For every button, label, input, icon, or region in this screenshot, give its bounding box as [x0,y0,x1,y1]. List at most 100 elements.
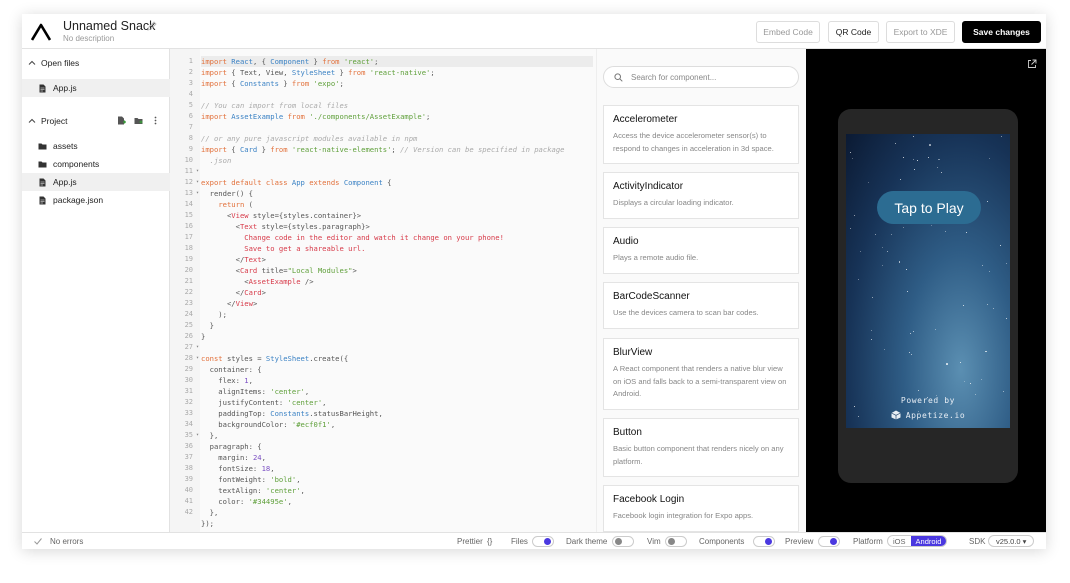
star-dot [854,406,856,408]
project-item-assets[interactable]: assets [22,137,170,155]
code-line[interactable]: color: '#34495e', [201,496,593,507]
snack-title[interactable]: Unnamed Snack [63,19,155,33]
new-folder-icon[interactable] [134,116,143,125]
code-line[interactable]: <Text style={styles.paragraph}> [201,221,593,232]
component-search[interactable] [603,66,799,88]
prettier-braces-icon[interactable]: {} [487,537,492,546]
code-line[interactable]: } [201,320,593,331]
code-line[interactable]: import React, { Component } from 'react'… [201,56,593,67]
code-line[interactable]: Change code in the editor and watch it c… [201,232,593,243]
code-line[interactable]: ); [201,309,593,320]
line-number: 10 [184,156,193,164]
more-options-icon[interactable] [151,116,160,125]
tap-to-play-button[interactable]: Tap to Play [877,191,981,224]
code-line[interactable]: fontSize: 18, [201,463,593,474]
code-line[interactable]: fontWeight: 'bold', [201,474,593,485]
export-xde-button[interactable]: Export to XDE [886,21,955,43]
star-dot [986,200,988,202]
code-line[interactable]: import { Text, View, StyleSheet } from '… [201,67,593,78]
code-line[interactable]: render() { [201,188,593,199]
component-search-input[interactable] [631,72,791,82]
code-line[interactable]: flex: 1, [201,375,593,386]
code-line[interactable]: </Text> [201,254,593,265]
project-item-label: package.json [53,195,104,205]
star-dot [917,389,919,391]
star-dot [907,290,909,292]
code-line[interactable]: // You can import from local files [201,100,593,111]
code-line[interactable]: justifyContent: 'center', [201,397,593,408]
expo-logo-icon[interactable] [31,22,51,42]
code-line[interactable]: import AssetExample from './components/A… [201,111,593,122]
sdk-version-select[interactable]: v25.0.0 ▾ [988,535,1035,547]
code-line[interactable]: </View> [201,298,593,309]
platform-ios-option[interactable]: iOS [888,536,911,546]
new-file-icon[interactable] [117,116,126,125]
code-line[interactable]: import { Constants } from 'expo'; [201,78,593,89]
code-line[interactable]: <Card title="Local Modules"> [201,265,593,276]
code-line[interactable]: // or any pure javascript modules availa… [201,133,593,144]
code-line[interactable]: alignItems: 'center', [201,386,593,397]
dark-theme-toggle[interactable] [612,536,634,547]
code-line[interactable]: paragraph: { [201,441,593,452]
code-line[interactable]: backgroundColor: '#ecf0f1', [201,419,593,430]
embed-code-button[interactable]: Embed Code [756,21,820,43]
component-card[interactable]: ActivityIndicator Displays a circular loa… [603,172,799,219]
code-line[interactable]: export default class App extends Compone… [201,177,593,188]
code-line[interactable]: }); [201,518,593,529]
code-line[interactable]: } [201,331,593,342]
code-line[interactable]: Save to get a shareable url. [201,243,593,254]
code-line[interactable]: return ( [201,199,593,210]
component-card[interactable]: Accelerometer Access the device accelerom… [603,105,799,164]
star-dot [870,330,872,332]
code-line[interactable]: </Card> [201,287,593,298]
code-line[interactable] [201,166,593,177]
code-line[interactable] [201,122,593,133]
line-number: 8 [188,134,193,142]
code-line[interactable]: import { Card } from 'react-native-eleme… [201,144,593,155]
check-icon [34,538,42,545]
line-number: 12 ▾ [184,178,199,186]
phone-screen[interactable]: Tap to Play Powered by Appetize.io [846,134,1010,428]
star-dot [928,156,930,158]
code-editor[interactable]: import React, { Component } from 'react'… [170,49,596,532]
code-line[interactable]: textAlign: 'center', [201,485,593,496]
project-item-app-js[interactable]: App.js [22,173,170,191]
component-name: Audio [613,236,639,247]
open-external-icon[interactable] [1027,59,1037,69]
code-line[interactable]: const styles = StyleSheet.create({ [201,353,593,364]
qr-code-button[interactable]: QR Code [828,21,879,43]
component-card[interactable]: Audio Plays a remote audio file. [603,227,799,274]
component-card[interactable]: BarCodeScanner Use the devices camera to … [603,282,799,329]
project-actions [117,116,160,125]
prettier-label[interactable]: Prettier [457,537,483,546]
code-line[interactable]: }, [201,430,593,441]
components-toggle[interactable] [753,536,775,547]
files-toggle[interactable] [532,536,554,547]
code-line[interactable]: }, [201,507,593,518]
edit-pencil-icon[interactable] [147,21,157,31]
preview-toggle[interactable] [818,536,840,547]
snack-description[interactable]: No description [63,34,114,43]
code-line[interactable] [201,342,593,353]
save-changes-button[interactable]: Save changes [962,21,1041,43]
line-number: 24 [184,310,193,318]
open-files-section-header[interactable]: Open files [22,53,170,73]
platform-android-option[interactable]: Android [910,536,947,546]
component-card[interactable]: BlurView A React component that renders a… [603,338,799,410]
project-item-package-json[interactable]: package.json [22,191,170,209]
error-status[interactable]: No errors [50,537,83,546]
line-number: 42 [184,508,193,516]
component-card[interactable]: Facebook Login Facebook login integration… [603,485,799,532]
component-card[interactable]: Button Basic button component that render… [603,418,799,477]
project-item-components[interactable]: components [22,155,170,173]
code-line[interactable]: .json [201,155,593,166]
code-line[interactable]: paddingTop: Constants.statusBarHeight, [201,408,593,419]
vim-toggle[interactable] [665,536,687,547]
code-line[interactable]: margin: 24, [201,452,593,463]
open-file-item[interactable]: App.js [22,79,170,97]
code-line[interactable]: container: { [201,364,593,375]
project-section-header[interactable]: Project [22,111,170,131]
code-line[interactable]: <AssetExample /> [201,276,593,287]
code-line[interactable] [201,89,593,100]
code-line[interactable]: <View style={styles.container}> [201,210,593,221]
